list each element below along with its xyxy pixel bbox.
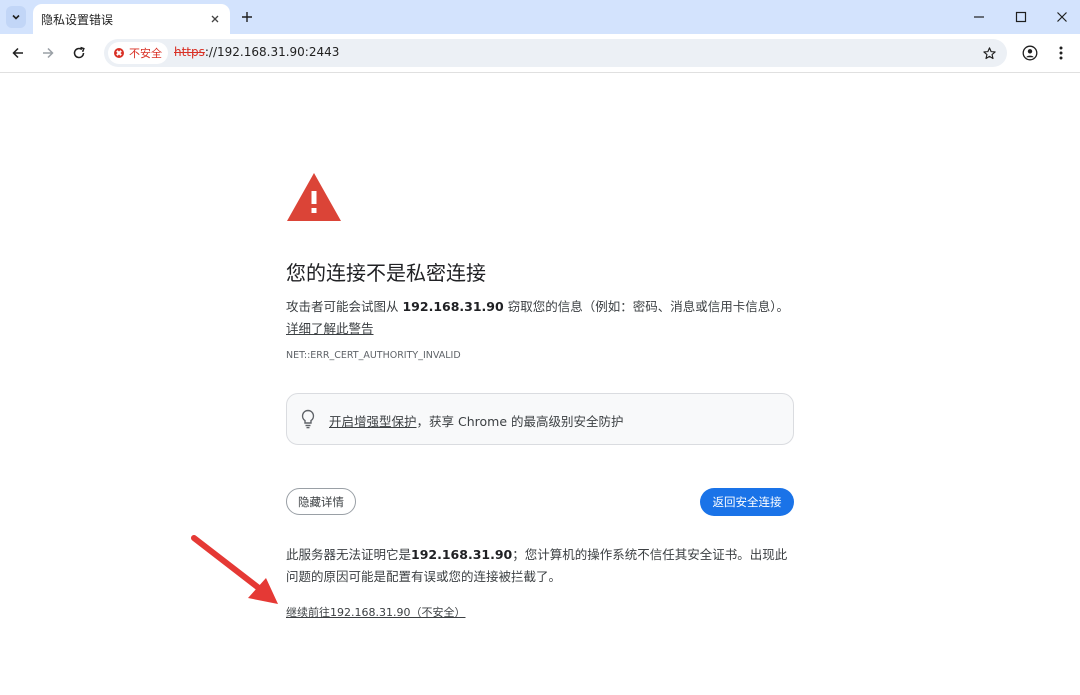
reload-icon: [73, 46, 85, 59]
hide-details-button[interactable]: 隐藏详情: [286, 488, 356, 515]
back-button[interactable]: [9, 44, 27, 62]
error-code[interactable]: NET::ERR_CERT_AUTHORITY_INVALID: [286, 350, 461, 361]
page-title: 您的连接不是私密连接: [286, 261, 486, 285]
details-explanation: 此服务器无法证明它是192.168.31.90；您计算机的操作系统不信任其安全证…: [286, 544, 796, 588]
message-text-tail: 窃取您的信息（例如：密码、消息或信用卡信息）。: [503, 299, 789, 314]
message-host: 192.168.31.90: [402, 299, 504, 314]
details-text: 此服务器无法证明它是: [286, 547, 412, 562]
url-text[interactable]: https://192.168.31.90:2443: [174, 45, 339, 59]
chevron-down-icon: [12, 14, 20, 20]
arrow-right-icon: [43, 47, 54, 59]
browser-toolbar: 不安全 https://192.168.31.90:2443: [0, 34, 1080, 73]
learn-more-link[interactable]: 详细了解此警告: [286, 318, 374, 337]
profile-button[interactable]: [1021, 44, 1039, 62]
minimize-icon: [974, 16, 984, 18]
back-to-safety-button[interactable]: 返回安全连接: [700, 488, 794, 516]
forward-button[interactable]: [39, 44, 57, 62]
close-icon: [1057, 12, 1067, 22]
site-info-button[interactable]: 不安全: [108, 42, 168, 64]
plus-icon: [242, 12, 252, 22]
active-tab[interactable]: 隐私设置错误: [33, 4, 230, 34]
maximize-icon: [1015, 11, 1027, 23]
enhanced-protection-link[interactable]: 开启增强型保护: [329, 414, 417, 429]
warning-triangle-icon: [287, 173, 341, 221]
not-secure-icon: [114, 48, 124, 58]
not-secure-label: 不安全: [129, 47, 162, 60]
url-scheme: https: [174, 45, 205, 59]
main-message: 攻击者可能会试图从 192.168.31.90 窃取您的信息（例如：密码、消息或…: [286, 296, 789, 315]
enhanced-protection-desc: ，获享 Chrome 的最高级别安全防护: [416, 414, 624, 429]
bookmark-button[interactable]: [981, 45, 997, 61]
tab-title: 隐私设置错误: [41, 13, 114, 27]
url-host: ://192.168.31.90:2443: [204, 45, 340, 59]
details-host: 192.168.31.90: [411, 547, 513, 562]
tab-strip: 隐私设置错误: [0, 0, 1080, 34]
maximize-button[interactable]: [1012, 8, 1030, 26]
enhanced-protection-promo: 开启增强型保护，获享 Chrome 的最高级别安全防护: [286, 393, 794, 445]
close-icon: [211, 15, 219, 23]
reload-button[interactable]: [70, 44, 88, 62]
annotation-arrow-icon: [191, 535, 278, 604]
tab-close-button[interactable]: [208, 12, 222, 26]
profile-icon: [1022, 45, 1038, 61]
message-text: 攻击者可能会试图从: [286, 299, 403, 314]
window-close-button[interactable]: [1053, 8, 1071, 26]
chrome-menu-button[interactable]: [1052, 44, 1070, 62]
enhanced-protection-text: 开启增强型保护，获享 Chrome 的最高级别安全防护: [329, 411, 624, 430]
lightbulb-icon: [301, 409, 315, 429]
star-icon: [982, 46, 996, 59]
proceed-unsafe-link[interactable]: 继续前往192.168.31.90（不安全）: [286, 604, 465, 620]
minimize-button[interactable]: [970, 8, 988, 26]
kebab-menu-icon: [1059, 46, 1063, 60]
address-bar[interactable]: 不安全 https://192.168.31.90:2443: [104, 39, 1007, 67]
tab-search-button[interactable]: [6, 6, 26, 28]
arrow-left-icon: [12, 47, 23, 59]
new-tab-button[interactable]: [238, 8, 256, 26]
